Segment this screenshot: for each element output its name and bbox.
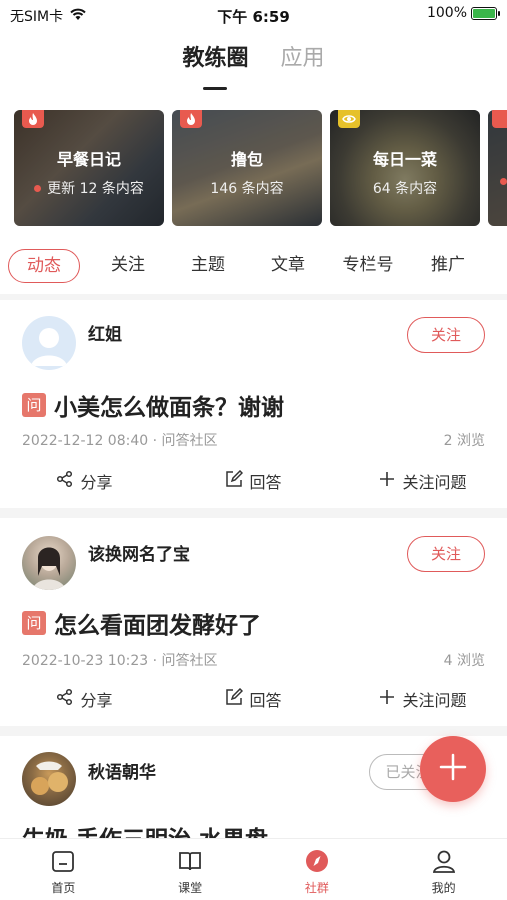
nav-label: 我的 bbox=[431, 881, 456, 895]
circle-card-breakfast[interactable]: 早餐日记 更新 12 条内容 bbox=[14, 110, 164, 226]
share-label: 分享 bbox=[80, 691, 113, 710]
feed-tabs: 动态 关注 主题 文章 专栏号 推广 bbox=[8, 248, 507, 284]
view-count: 4 浏览 bbox=[443, 653, 485, 669]
card-title: 每日一菜 bbox=[372, 150, 437, 169]
share-button[interactable]: 分享 bbox=[0, 466, 169, 496]
circle-card-daily-dish[interactable]: 每日一菜 64 条内容 bbox=[330, 110, 480, 226]
post-title[interactable]: 牛奶 手作三明治 水果盘 bbox=[22, 820, 268, 838]
add-post-button[interactable] bbox=[420, 736, 486, 802]
nav-label: 社群 bbox=[304, 881, 329, 895]
edit-icon bbox=[225, 469, 244, 492]
tab-topics[interactable]: 主题 bbox=[168, 249, 248, 283]
share-label: 分享 bbox=[80, 473, 113, 492]
username[interactable]: 该换网名了宝 bbox=[88, 540, 190, 565]
top-tabs: 教练圈 应用 bbox=[0, 40, 507, 90]
eye-icon bbox=[338, 110, 360, 128]
tab-dynamic[interactable]: 动态 bbox=[8, 249, 80, 283]
card-title: 撸包 bbox=[230, 150, 263, 169]
fire-icon bbox=[180, 110, 202, 128]
circle-card-partial[interactable] bbox=[488, 110, 507, 226]
answer-label: 回答 bbox=[249, 473, 282, 492]
nav-profile[interactable]: 我的 bbox=[380, 839, 507, 900]
card-subtitle: 146 条内容 bbox=[210, 181, 284, 197]
plus-icon bbox=[437, 751, 469, 787]
card-subtitle: 64 条内容 bbox=[372, 181, 438, 197]
question-badge: 问 bbox=[22, 393, 46, 417]
plus-icon bbox=[378, 470, 396, 492]
nav-community[interactable]: 社群 bbox=[254, 839, 381, 900]
tab-promotion[interactable]: 推广 bbox=[408, 249, 488, 283]
follow-question-button[interactable]: 关注问题 bbox=[338, 684, 507, 714]
view-count: 2 浏览 bbox=[443, 433, 485, 449]
edit-icon bbox=[225, 687, 244, 710]
feed-post: 红姐 关注 问 小美怎么做面条？谢谢 2022-12-12 08:40 · 问答… bbox=[0, 300, 507, 508]
post-actions: 分享 回答 关注问题 bbox=[0, 466, 507, 496]
circle-card-bread[interactable]: 撸包 146 条内容 bbox=[172, 110, 322, 226]
post-title[interactable]: 小美怎么做面条？谢谢 bbox=[54, 388, 284, 422]
battery-percent: 100% bbox=[426, 5, 467, 21]
nav-label: 课堂 bbox=[178, 881, 203, 895]
divider bbox=[0, 726, 507, 736]
tab-following[interactable]: 关注 bbox=[88, 249, 168, 283]
plus-icon bbox=[378, 688, 396, 710]
nav-classroom[interactable]: 课堂 bbox=[127, 839, 254, 900]
fire-icon bbox=[22, 110, 44, 128]
fire-icon bbox=[492, 110, 507, 128]
avatar[interactable] bbox=[22, 316, 76, 370]
tab-columns[interactable]: 专栏号 bbox=[328, 249, 408, 283]
card-subtitle: 更新 12 条内容 bbox=[47, 181, 144, 197]
tab-articles[interactable]: 文章 bbox=[248, 249, 328, 283]
post-meta: 2022-12-12 08:40 · 问答社区 bbox=[22, 433, 218, 449]
username[interactable]: 红姐 bbox=[88, 320, 122, 345]
share-icon bbox=[56, 470, 74, 492]
nav-label: 首页 bbox=[51, 881, 76, 895]
answer-button[interactable]: 回答 bbox=[169, 684, 338, 714]
follow-question-label: 关注问题 bbox=[402, 691, 467, 710]
follow-button[interactable]: 关注 bbox=[407, 536, 485, 572]
answer-button[interactable]: 回答 bbox=[169, 466, 338, 496]
nav-home[interactable]: 首页 bbox=[0, 839, 127, 900]
compass-icon bbox=[303, 847, 331, 875]
post-title[interactable]: 怎么看面团发酵好了 bbox=[54, 606, 261, 640]
post-actions: 分享 回答 关注问题 bbox=[0, 684, 507, 714]
divider bbox=[0, 508, 507, 518]
question-badge: 问 bbox=[22, 611, 46, 635]
avatar[interactable] bbox=[22, 536, 76, 590]
share-button[interactable]: 分享 bbox=[0, 684, 169, 714]
bottom-nav: 首页 课堂 社群 我的 bbox=[0, 838, 507, 900]
battery-icon bbox=[471, 6, 500, 20]
tab-apps[interactable]: 应用 bbox=[281, 40, 325, 80]
card-title: 早餐日记 bbox=[56, 150, 121, 169]
follow-button[interactable]: 关注 bbox=[407, 317, 485, 353]
post-meta: 2022-10-23 10:23 · 问答社区 bbox=[22, 653, 218, 669]
update-dot bbox=[499, 178, 507, 185]
update-dot bbox=[34, 184, 42, 192]
follow-question-button[interactable]: 关注问题 bbox=[338, 466, 507, 496]
tab-coach-circle[interactable]: 教练圈 bbox=[182, 40, 249, 90]
home-icon bbox=[49, 847, 77, 875]
status-bar: 无SIM卡 下午 6:59 100% bbox=[0, 0, 507, 30]
book-icon bbox=[176, 847, 204, 875]
feed-post: 该换网名了宝 关注 问 怎么看面团发酵好了 2022-10-23 10:23 ·… bbox=[0, 518, 507, 726]
status-right: 100% bbox=[426, 5, 500, 21]
circle-cards: 早餐日记 更新 12 条内容 撸包 146 条内容 每日一菜 64 条内容 bbox=[14, 110, 507, 226]
answer-label: 回答 bbox=[249, 691, 282, 710]
avatar[interactable] bbox=[22, 752, 76, 806]
follow-question-label: 关注问题 bbox=[402, 473, 467, 492]
share-icon bbox=[56, 688, 74, 710]
username[interactable]: 秋语朝华 bbox=[88, 758, 156, 783]
profile-icon bbox=[430, 847, 458, 875]
